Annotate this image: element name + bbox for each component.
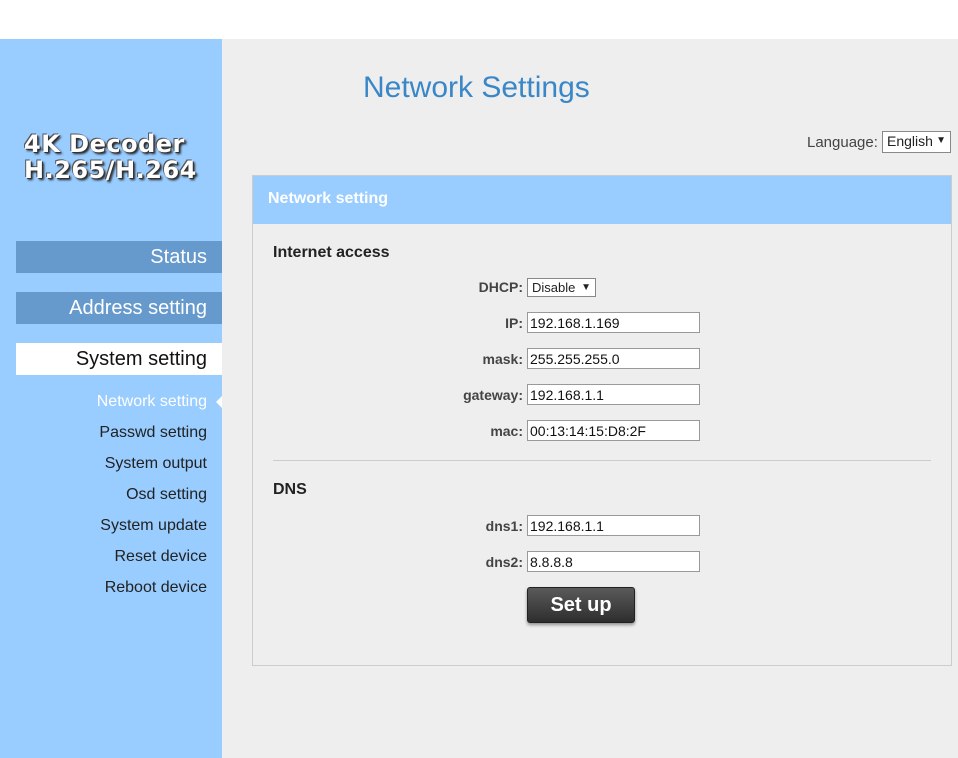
subnav-reset-device[interactable]: Reset device: [115, 547, 208, 567]
gateway-field[interactable]: [527, 384, 700, 405]
subnav-system-output[interactable]: System output: [105, 454, 207, 474]
network-setting-panel: Network setting Internet access DHCP: Di…: [252, 175, 952, 666]
mask-field[interactable]: [527, 348, 700, 369]
language-select[interactable]: English ▼: [882, 131, 951, 153]
dns2-label: dns2:: [485, 554, 523, 570]
nav-address-setting[interactable]: Address setting: [16, 292, 222, 324]
dns-title: DNS: [273, 481, 307, 498]
subnav-passwd-setting[interactable]: Passwd setting: [99, 423, 207, 443]
dhcp-value: Disable: [532, 280, 576, 295]
ip-field[interactable]: [527, 312, 700, 333]
subnav-osd-setting[interactable]: Osd setting: [126, 485, 207, 505]
brand-logo: 4K Decoder H.265/H.264: [24, 131, 197, 183]
dhcp-label: DHCP:: [478, 279, 523, 295]
internet-access-title: Internet access: [273, 244, 390, 261]
ip-label: IP:: [505, 315, 523, 331]
dropdown-arrow-icon: ▼: [581, 282, 591, 293]
dhcp-select[interactable]: Disable ▼: [527, 278, 596, 297]
page-title: Network Settings: [363, 71, 590, 104]
mac-label: mac:: [490, 423, 523, 439]
sidebar: 4K Decoder H.265/H.264 Status Address se…: [0, 39, 222, 758]
dropdown-arrow-icon: ▼: [936, 135, 946, 146]
section-divider: [273, 460, 931, 461]
subnav-reboot-device[interactable]: Reboot device: [105, 578, 207, 598]
brand-line-1: 4K Decoder: [24, 130, 185, 158]
main-content: Network Settings Language: English ▼ Net…: [222, 39, 958, 758]
mask-label: mask:: [482, 351, 523, 367]
nav-system-setting[interactable]: System setting: [16, 343, 222, 375]
brand-line-2: H.265/H.264: [24, 156, 197, 184]
gateway-label: gateway:: [463, 387, 523, 403]
nav-status[interactable]: Status: [16, 241, 222, 273]
subnav-network-setting[interactable]: Network setting: [97, 392, 207, 412]
dns2-field[interactable]: [527, 551, 700, 572]
set-up-button[interactable]: Set up: [527, 587, 635, 623]
dns1-label: dns1:: [485, 518, 523, 534]
language-value: English: [887, 133, 933, 149]
mac-field[interactable]: [527, 420, 700, 441]
language-label: Language:: [807, 134, 878, 151]
panel-header: Network setting: [253, 176, 951, 224]
subnav-system-update[interactable]: System update: [100, 516, 207, 536]
dns1-field[interactable]: [527, 515, 700, 536]
